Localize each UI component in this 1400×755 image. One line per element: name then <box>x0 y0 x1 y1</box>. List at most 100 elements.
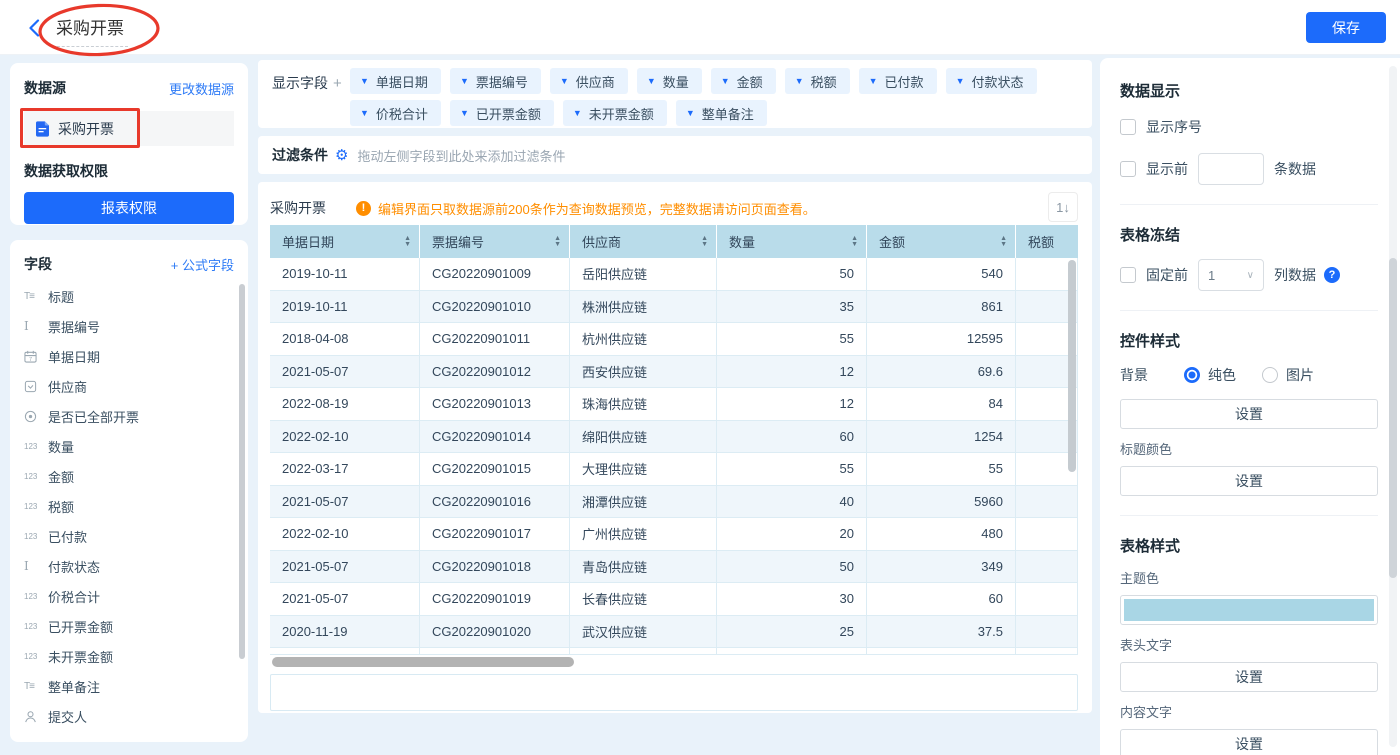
table-cell: 480 <box>867 518 1016 551</box>
field-item[interactable]: T≡整单备注 <box>24 671 234 701</box>
column-header[interactable]: 票据编号▲▼ <box>420 225 570 258</box>
back-icon[interactable] <box>28 19 40 37</box>
row-order-button[interactable]: 1↓ <box>1048 192 1078 222</box>
display-field-chip[interactable]: ▼税额 <box>785 68 850 94</box>
field-item[interactable]: 提交人 <box>24 701 234 731</box>
table-row: 2018-04-08CG20220901011杭州供应链5512595 <box>270 323 1078 356</box>
radio-icon <box>24 410 48 423</box>
field-item[interactable]: I付款状态 <box>24 551 234 581</box>
field-item[interactable]: 123价税合计 <box>24 581 234 611</box>
display-field-chip[interactable]: ▼未开票金额 <box>563 100 667 126</box>
content-text-label: 内容文字 <box>1120 702 1378 721</box>
field-item[interactable]: 123金额 <box>24 461 234 491</box>
fields-title: 字段 <box>24 254 52 274</box>
title-color-label: 标题颜色 <box>1120 439 1378 458</box>
display-field-chip[interactable]: ▼付款状态 <box>946 68 1037 94</box>
chevron-down-icon: ▼ <box>460 76 469 86</box>
table-cell: 2019-10-11 <box>270 291 420 324</box>
column-header[interactable]: 金额▲▼ <box>867 225 1016 258</box>
field-item[interactable]: 7单据日期 <box>24 341 234 371</box>
sort-icon[interactable]: ▲▼ <box>701 236 708 247</box>
field-label: 已付款 <box>48 527 87 546</box>
field-label: 已开票金额 <box>48 617 113 636</box>
field-label: 付款状态 <box>48 557 100 576</box>
sort-icon[interactable]: ▲▼ <box>851 236 858 247</box>
field-item[interactable]: I票据编号 <box>24 311 234 341</box>
table-cell: 绵阳供应链 <box>570 421 717 454</box>
field-item[interactable]: 123税额 <box>24 491 234 521</box>
save-button[interactable]: 保存 <box>1306 12 1386 43</box>
column-header[interactable]: 税额 <box>1016 225 1078 258</box>
title-icon: T≡ <box>24 681 48 692</box>
add-formula-field-link[interactable]: + 公式字段 <box>171 255 234 274</box>
field-item[interactable]: 123数量 <box>24 431 234 461</box>
display-field-chip[interactable]: ▼已付款 <box>859 68 937 94</box>
sort-icon[interactable]: ▲▼ <box>1000 236 1007 247</box>
panel-scrollbar[interactable] <box>1389 258 1397 578</box>
table-horizontal-scrollbar[interactable] <box>272 657 574 667</box>
table-cell: 55 <box>717 453 867 486</box>
content-text-set-button[interactable]: 设置 <box>1120 729 1378 755</box>
chevron-down-icon: ▼ <box>647 76 656 86</box>
table-cell <box>1016 551 1078 584</box>
number-icon: 123 <box>24 442 48 451</box>
sort-icon[interactable]: ▲▼ <box>554 236 561 247</box>
field-item[interactable]: 123未开票金额 <box>24 641 234 671</box>
title-color-set-button[interactable]: 设置 <box>1120 466 1378 496</box>
theme-color-label: 主题色 <box>1120 568 1378 587</box>
column-header[interactable]: 供应商▲▼ <box>570 225 717 258</box>
text-icon: I <box>24 559 48 573</box>
display-field-chip[interactable]: ▼单据日期 <box>350 68 441 94</box>
chevron-down-icon: ▼ <box>869 76 878 86</box>
chevron-down-icon: ▼ <box>721 76 730 86</box>
datasource-item[interactable]: 采购开票 <box>24 111 234 146</box>
column-header[interactable]: 数量▲▼ <box>717 225 867 258</box>
svg-text:7: 7 <box>29 356 32 362</box>
show-first-checkbox[interactable] <box>1120 161 1136 177</box>
fields-scrollbar[interactable] <box>239 284 245 659</box>
divider <box>1120 515 1378 516</box>
solid-color-radio[interactable]: 纯色 <box>1184 365 1236 385</box>
field-item[interactable]: 是否已全部开票 <box>24 401 234 431</box>
column-header[interactable]: 单据日期▲▼ <box>270 225 420 258</box>
display-field-chip[interactable]: ▼价税合计 <box>350 100 441 126</box>
display-field-chip[interactable]: ▼票据编号 <box>450 68 541 94</box>
add-display-field-button[interactable]: + <box>333 75 342 92</box>
fix-columns-select[interactable]: 1 ∨ <box>1198 259 1264 291</box>
table-cell: 武汉供应链 <box>570 616 717 649</box>
sort-icon[interactable]: ▲▼ <box>404 236 411 247</box>
display-field-chip[interactable]: ▼整单备注 <box>676 100 767 126</box>
table-row: 2022-02-10CG20220901014绵阳供应链601254 <box>270 421 1078 454</box>
display-field-chip[interactable]: ▼供应商 <box>550 68 628 94</box>
table-cell <box>1016 518 1078 551</box>
report-permission-button[interactable]: 报表权限 <box>24 192 234 224</box>
display-field-chip[interactable]: ▼数量 <box>637 68 702 94</box>
header-text-label: 表头文字 <box>1120 635 1378 654</box>
help-icon[interactable]: ? <box>1324 267 1340 283</box>
show-index-checkbox[interactable] <box>1120 119 1136 135</box>
display-field-chip[interactable]: ▼已开票金额 <box>450 100 554 126</box>
field-item[interactable]: T≡标题 <box>24 281 234 311</box>
table-cell: 50 <box>717 551 867 584</box>
table-vertical-scrollbar[interactable] <box>1068 260 1076 472</box>
field-label: 未开票金额 <box>48 647 113 666</box>
image-radio[interactable]: 图片 <box>1262 365 1314 385</box>
table-cell: 2018-04-08 <box>270 323 420 356</box>
show-first-count-input[interactable] <box>1198 153 1264 185</box>
filter-panel[interactable]: 过滤条件 ⚙ 拖动左侧字段到此处来添加过滤条件 <box>258 136 1092 174</box>
display-field-chip[interactable]: ▼金额 <box>711 68 776 94</box>
change-datasource-link[interactable]: 更改数据源 <box>169 79 234 98</box>
gear-icon[interactable]: ⚙ <box>335 146 348 164</box>
select-icon <box>24 380 48 393</box>
theme-color-swatch[interactable] <box>1120 595 1378 625</box>
table-cell: 长春供应链 <box>570 583 717 616</box>
filter-label: 过滤条件 <box>272 145 328 165</box>
field-item[interactable]: 123已开票金额 <box>24 611 234 641</box>
field-label: 数量 <box>48 437 74 456</box>
header-text-set-button[interactable]: 设置 <box>1120 662 1378 692</box>
table-body: 2019-10-11CG20220901009岳阳供应链505402019-10… <box>270 258 1078 655</box>
field-item[interactable]: 123已付款 <box>24 521 234 551</box>
background-set-button[interactable]: 设置 <box>1120 399 1378 429</box>
field-item[interactable]: 供应商 <box>24 371 234 401</box>
fix-columns-checkbox[interactable] <box>1120 267 1136 283</box>
